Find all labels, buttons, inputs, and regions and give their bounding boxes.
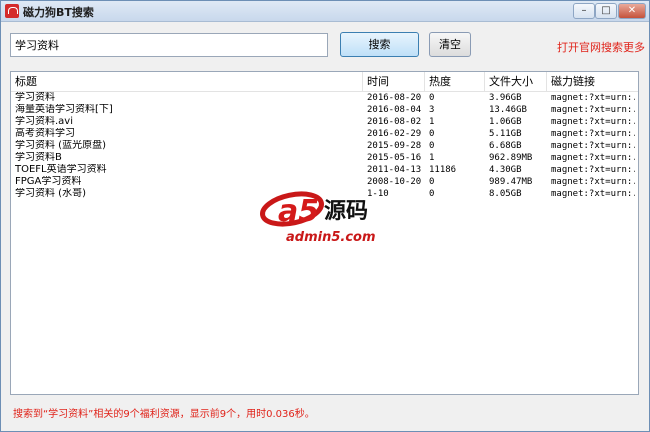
cell-magnet: magnet:?xt=urn:... — [551, 189, 635, 199]
cell-size: 4.30GB — [489, 165, 522, 175]
column-header-time[interactable]: 时间 — [363, 72, 425, 91]
table-row[interactable]: 海量英语学习资料[下] 2016-08-04 3 13.46GB magnet:?xt=… — [11, 104, 638, 116]
cell-heat: 0 — [429, 177, 435, 187]
cell-title: 学习资料 — [15, 92, 55, 103]
cell-heat: 3 — [429, 105, 435, 115]
cell-time: 2016-08-02 — [367, 117, 422, 127]
cell-title: 学习资料 (蓝光原盘) — [15, 140, 106, 151]
table-row[interactable]: 高考资料学习 2016-02-29 0 5.11GB magnet:?xt=urn:..… — [11, 128, 638, 140]
status-text: 搜索到“学习资料”相关的9个福利资源，显示前9个，用时0.036秒。 — [13, 409, 315, 420]
close-icon[interactable]: ✕ — [618, 3, 646, 19]
table-row[interactable]: 学习资料 2016-08-20 0 3.96GB magnet:?xt=urn:... — [11, 92, 638, 104]
cell-heat: 11186 — [429, 165, 457, 175]
cell-magnet: magnet:?xt=urn:... — [551, 129, 635, 139]
title-bar[interactable]: 磁力狗BT搜索 – □ ✕ — [1, 1, 649, 22]
cell-size: 13.46GB — [489, 105, 527, 115]
window-title: 磁力狗BT搜索 — [23, 6, 94, 19]
magnet-app-icon — [5, 4, 19, 18]
cell-title: 学习资料.avi — [15, 116, 74, 127]
cell-heat: 0 — [429, 189, 435, 199]
cell-heat: 0 — [429, 93, 435, 103]
svg-text:a5: a5 — [278, 194, 319, 229]
cell-magnet: magnet:?xt=urn:... — [551, 105, 635, 115]
table-row[interactable]: 学习资料 (蓝光原盘) 2015-09-28 0 6.68GB magnet:?xt=u… — [11, 140, 638, 152]
column-header-magnet[interactable]: 磁力链接 — [547, 72, 638, 91]
cell-title: 高考资料学习 — [15, 128, 75, 139]
cell-size: 1.06GB — [489, 117, 522, 127]
column-header-title[interactable]: 标题 — [11, 72, 363, 91]
cell-magnet: magnet:?xt=urn:... — [551, 165, 635, 175]
cell-time: 2015-09-28 — [367, 141, 422, 151]
search-input[interactable] — [10, 33, 328, 57]
cell-magnet: magnet:?xt=urn:... — [551, 153, 635, 163]
cell-title: TOEFL英语学习资料 — [15, 164, 107, 175]
column-header-heat[interactable]: 热度 — [425, 72, 485, 91]
a5-watermark-logo: a5 源码 admin5.com — [260, 191, 376, 245]
table-row[interactable]: 学习资料.avi 2016-08-02 1 1.06GB magnet:?xt=urn:… — [11, 116, 638, 128]
cell-title: 学习资料B — [15, 152, 62, 163]
cell-magnet: magnet:?xt=urn:... — [551, 177, 635, 187]
clear-button[interactable]: 清空 — [429, 32, 471, 57]
cell-time: 2016-08-04 — [367, 105, 422, 115]
svg-text:源码: 源码 — [324, 199, 368, 224]
cell-size: 3.96GB — [489, 93, 522, 103]
maximize-icon[interactable]: □ — [595, 3, 617, 19]
svg-text:admin5.com: admin5.com — [286, 230, 376, 245]
app-window: 磁力狗BT搜索 – □ ✕ 搜索 清空 打开官网搜索更多 标题 时间 热度 文件… — [0, 0, 650, 432]
table-row[interactable]: TOEFL英语学习资料 2011-04-13 11186 4.30GB magnet:?… — [11, 164, 638, 176]
cell-time: 2016-02-29 — [367, 129, 422, 139]
cell-title: 海量英语学习资料[下] — [15, 104, 113, 115]
cell-size: 5.11GB — [489, 129, 522, 139]
cell-size: 6.68GB — [489, 141, 522, 151]
cell-time: 2011-04-13 — [367, 165, 422, 175]
open-website-link[interactable]: 打开官网搜索更多 — [557, 39, 645, 55]
cell-heat: 0 — [429, 141, 435, 151]
cell-magnet: magnet:?xt=urn:... — [551, 93, 635, 103]
cell-magnet: magnet:?xt=urn:... — [551, 141, 635, 151]
cell-heat: 1 — [429, 117, 435, 127]
cell-size: 962.89MB — [489, 153, 533, 163]
cell-size: 989.47MB — [489, 177, 533, 187]
cell-time: 2015-05-16 — [367, 153, 422, 163]
cell-magnet: magnet:?xt=urn:... — [551, 117, 635, 127]
minimize-icon[interactable]: – — [573, 3, 595, 19]
cell-heat: 0 — [429, 129, 435, 139]
search-button[interactable]: 搜索 — [340, 32, 419, 57]
cell-time: 2016-08-20 — [367, 93, 422, 103]
cell-size: 8.05GB — [489, 189, 522, 199]
table-row[interactable]: 学习资料B 2015-05-16 1 962.89MB magnet:?xt=urn:.… — [11, 152, 638, 164]
column-header-size[interactable]: 文件大小 — [485, 72, 547, 91]
cell-heat: 1 — [429, 153, 435, 163]
